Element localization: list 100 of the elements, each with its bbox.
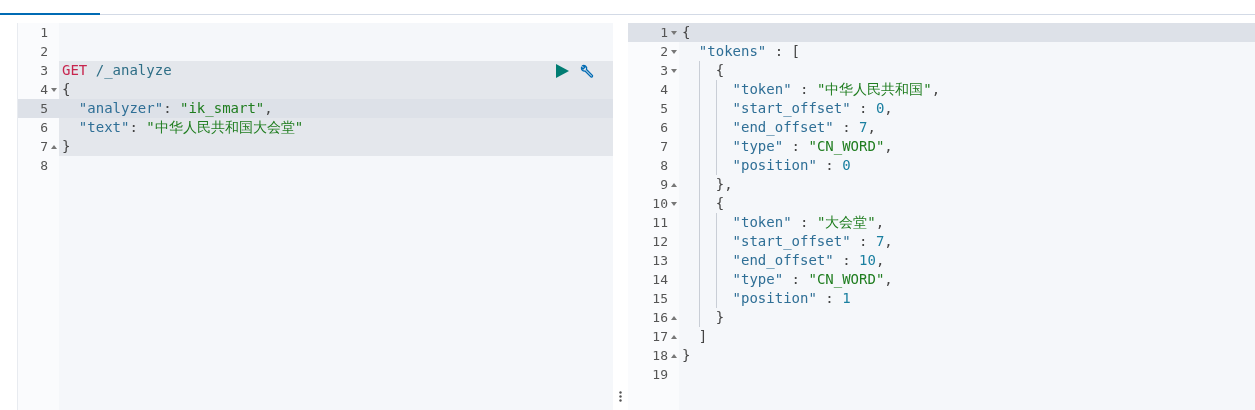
play-icon[interactable] (556, 64, 569, 78)
fold-caret-icon[interactable] (670, 201, 677, 206)
line-number: 5 (660, 100, 668, 118)
json-number: 0 (875, 100, 885, 116)
line-number: 18 (652, 347, 668, 365)
line-number: 12 (652, 233, 668, 251)
resize-handle-icon[interactable] (619, 391, 622, 402)
line-number: 4 (660, 81, 668, 99)
json-punctuation: : (841, 252, 852, 268)
json-punctuation: , (867, 119, 876, 135)
json-punctuation: { (682, 24, 691, 40)
json-key: "end_offset" (682, 119, 834, 135)
json-punctuation: : (129, 119, 139, 135)
json-key: "start_offset" (682, 233, 851, 249)
json-punctuation: ] (697, 328, 708, 344)
json-punctuation: : (858, 233, 869, 249)
request-block-highlight[interactable]: 3 GET /_analyze 4 { 5 "analyzer": "ik_smart", 6 "text": "中华人民共和国大会堂" 7 } (18, 61, 613, 156)
json-string: "大会堂" (816, 214, 876, 230)
json-punctuation: } (682, 347, 691, 363)
json-key: "tokens" (682, 43, 767, 59)
line-number: 5 (40, 100, 48, 118)
fold-caret-icon[interactable] (670, 49, 677, 54)
json-punctuation: : (790, 271, 801, 287)
json-key: "position" (682, 157, 817, 173)
line-number: 10 (652, 195, 668, 213)
json-string: "CN_WORD" (808, 271, 885, 287)
json-punctuation: : (824, 290, 835, 306)
json-number: 10 (859, 252, 876, 268)
json-punctuation: } (714, 309, 725, 325)
line-number: 3 (660, 62, 668, 80)
line-number: 9 (660, 176, 668, 194)
line-number: 19 (652, 366, 668, 384)
line-number: 14 (652, 271, 668, 289)
wrench-icon[interactable] (579, 63, 595, 79)
json-number: 0 (842, 157, 851, 173)
json-number: 7 (859, 119, 868, 135)
json-key: "start_offset" (682, 100, 851, 116)
fold-caret-icon[interactable] (670, 30, 677, 35)
json-string: "中华人民共和国" (816, 81, 932, 97)
fold-caret-icon[interactable] (50, 87, 57, 92)
json-punctuation: : (163, 100, 173, 116)
json-key: "type" (682, 138, 784, 154)
json-punctuation: }, (714, 176, 733, 192)
line-number: 8 (40, 157, 48, 175)
line-number: 7 (40, 138, 48, 156)
json-punctuation: , (884, 138, 893, 154)
json-key: "end_offset" (682, 252, 834, 268)
json-number: 1 (842, 290, 851, 306)
json-key: "text" (62, 119, 130, 135)
line-number: 11 (652, 214, 668, 232)
json-punctuation: , (884, 271, 893, 287)
json-punctuation: : (790, 138, 801, 154)
line-number: 17 (652, 328, 668, 346)
json-punctuation: } (62, 138, 71, 154)
line-number: 8 (660, 157, 668, 175)
line-number: 13 (652, 252, 668, 270)
json-punctuation: : (799, 214, 810, 230)
json-punctuation: : (841, 119, 852, 135)
json-punctuation: : (799, 81, 810, 97)
fold-caret-icon[interactable] (670, 68, 677, 73)
json-string: "中华人民共和国大会堂" (146, 119, 304, 135)
json-punctuation: , (875, 252, 885, 268)
line-number: 15 (652, 290, 668, 308)
line-number: 7 (660, 138, 668, 156)
json-key: "analyzer" (62, 100, 164, 116)
line-number: 4 (40, 81, 48, 99)
json-number: 7 (875, 233, 885, 249)
json-key: "type" (682, 271, 784, 287)
json-punctuation: { (714, 195, 725, 211)
json-key: "position" (682, 290, 817, 306)
line-number: 1 (40, 24, 48, 42)
fold-caret-icon[interactable] (670, 315, 677, 320)
json-punctuation: , (884, 233, 893, 249)
fold-caret-icon[interactable] (670, 182, 677, 187)
line-number: 3 (40, 62, 48, 80)
request-editor[interactable]: 1 2 3 GET /_analyze 4 { 5 "analyzer": "ik_smart", 6 "text": "中华人民共和国大会堂" 7 } 8 (17, 23, 613, 410)
json-punctuation: , (931, 81, 941, 97)
json-punctuation: : (858, 100, 869, 116)
json-punctuation: , (264, 100, 273, 116)
json-punctuation: : [ (773, 43, 800, 59)
line-number: 6 (40, 119, 48, 137)
json-punctuation: : (824, 157, 835, 173)
line-number: 16 (652, 309, 668, 327)
line-number: 6 (660, 119, 668, 137)
json-punctuation: { (62, 81, 71, 97)
fold-caret-icon[interactable] (50, 144, 57, 149)
json-punctuation: , (884, 100, 893, 116)
json-string: "ik_smart" (180, 100, 265, 116)
http-method: GET (62, 62, 88, 78)
json-string: "CN_WORD" (808, 138, 885, 154)
json-key: "token" (682, 214, 792, 230)
json-punctuation: , (875, 214, 885, 230)
fold-caret-icon[interactable] (670, 334, 677, 339)
json-key: "token" (682, 81, 792, 97)
json-punctuation: { (714, 62, 725, 78)
fold-caret-icon[interactable] (670, 353, 677, 358)
request-path: /_analyze (94, 62, 172, 78)
line-number: 2 (40, 43, 48, 61)
line-number: 2 (660, 43, 668, 61)
line-number: 1 (660, 24, 668, 42)
